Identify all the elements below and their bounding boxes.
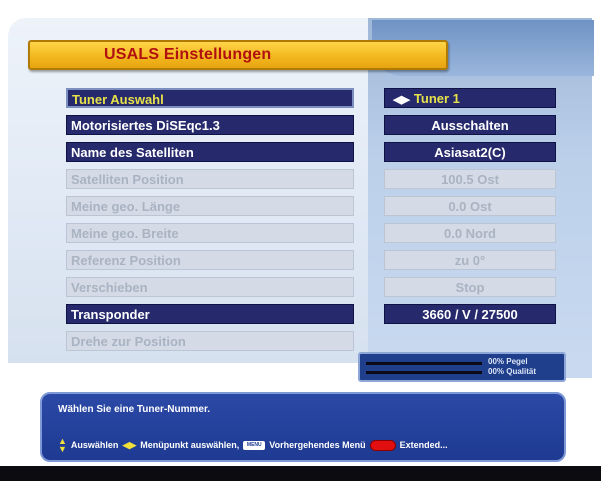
menu-item-geo-laenge: Meine geo. Länge	[66, 196, 354, 216]
menu-item-geo-breite: Meine geo. Breite	[66, 223, 354, 243]
geo-latitude-text: 0.0 Nord	[443, 226, 496, 241]
move-value-text: Stop	[455, 280, 485, 295]
menu-item-verschieben: Verschieben	[66, 277, 354, 297]
menu-item-label: Name des Satelliten	[71, 145, 194, 160]
menu-item-label: Motorisiertes DiSEqc1.3	[71, 118, 220, 133]
menu-item-transponder[interactable]: Transponder	[66, 304, 354, 324]
red-button-icon	[369, 439, 396, 451]
diseqc-value-text: Ausschalten	[431, 118, 509, 133]
menu-item-label: Meine geo. Länge	[71, 199, 181, 214]
menu-item-name-des-satelliten[interactable]: Name des Satelliten	[66, 142, 354, 162]
menu-item-label: Referenz Position	[71, 253, 181, 268]
left-right-arrows-icon: ◀▶	[122, 439, 137, 450]
menu-item-referenz-position: Referenz Position	[66, 250, 354, 270]
menu-item-label: Drehe zur Position	[71, 334, 186, 349]
menu-item-label: Verschieben	[71, 280, 148, 295]
bottom-strip	[0, 466, 601, 481]
menu-key-icon: MENU	[243, 440, 266, 450]
satellite-position-text: 100.5 Ost	[441, 172, 499, 187]
menu-item-tuner-auswahl[interactable]: Tuner Auswahl	[66, 88, 354, 108]
geo-longitude-value: 0.0 Ost	[384, 196, 556, 216]
reference-position-value: zu 0°	[384, 250, 556, 270]
tuner-value: Tuner 1	[413, 91, 460, 106]
move-value: Stop	[384, 277, 556, 297]
satellite-position-value: 100.5 Ost	[384, 169, 556, 189]
menu-item-hint: Menüpunkt auswählen,	[140, 440, 240, 450]
signal-quality-bar	[366, 371, 482, 374]
help-message: Wählen Sie eine Tuner-Nummer.	[58, 404, 211, 415]
previous-menu-hint: Vorhergehendes Menü	[269, 440, 366, 450]
satellite-name-text: Asiasat2(C)	[434, 145, 506, 160]
select-hint: Auswählen	[70, 440, 119, 450]
menu-item-motorisiertes-diseqc[interactable]: Motorisiertes DiSEqc1.3	[66, 115, 354, 135]
signal-indicator: 00% Pegel 00% Qualität	[358, 352, 566, 382]
help-panel: Wählen Sie eine Tuner-Nummer. ▲ ▼ Auswähl…	[40, 392, 566, 462]
geo-latitude-value: 0.0 Nord	[384, 223, 556, 243]
menu-item-satelliten-position: Satelliten Position	[66, 169, 354, 189]
menu-item-label: Satelliten Position	[71, 172, 184, 187]
menu-item-label: Meine geo. Breite	[71, 226, 179, 241]
page-title: USALS Einstellungen	[104, 46, 272, 63]
reference-position-text: zu 0°	[454, 253, 486, 268]
transponder-value[interactable]: 3660 / V / 27500	[384, 304, 556, 324]
menu-item-drehe-zur-position: Drehe zur Position	[66, 331, 354, 351]
menu-item-label: Tuner Auswahl	[72, 92, 164, 107]
signal-level-label: 00% Pegel	[488, 357, 528, 366]
left-right-arrows-icon: ◀▶	[393, 94, 410, 106]
geo-longitude-text: 0.0 Ost	[448, 199, 492, 214]
title-bar: USALS Einstellungen	[28, 40, 448, 70]
signal-quality-label: 00% Qualität	[488, 367, 537, 376]
satellite-name-value[interactable]: Asiasat2(C)	[384, 142, 556, 162]
key-legend: ▲ ▼ Auswählen ◀▶ Menüpunkt auswählen, MEN…	[58, 436, 448, 454]
transponder-value-text: 3660 / V / 27500	[422, 307, 518, 322]
extended-hint: Extended...	[399, 440, 448, 450]
signal-level-bar	[366, 362, 482, 365]
up-down-arrows-icon: ▲ ▼	[58, 436, 67, 454]
usals-settings-screen: USALS Einstellungen Tuner Auswahl Motori…	[0, 0, 601, 481]
tuner-selector[interactable]: ◀▶ Tuner 1	[384, 88, 556, 108]
menu-item-label: Transponder	[71, 307, 150, 322]
diseqc-value[interactable]: Ausschalten	[384, 115, 556, 135]
